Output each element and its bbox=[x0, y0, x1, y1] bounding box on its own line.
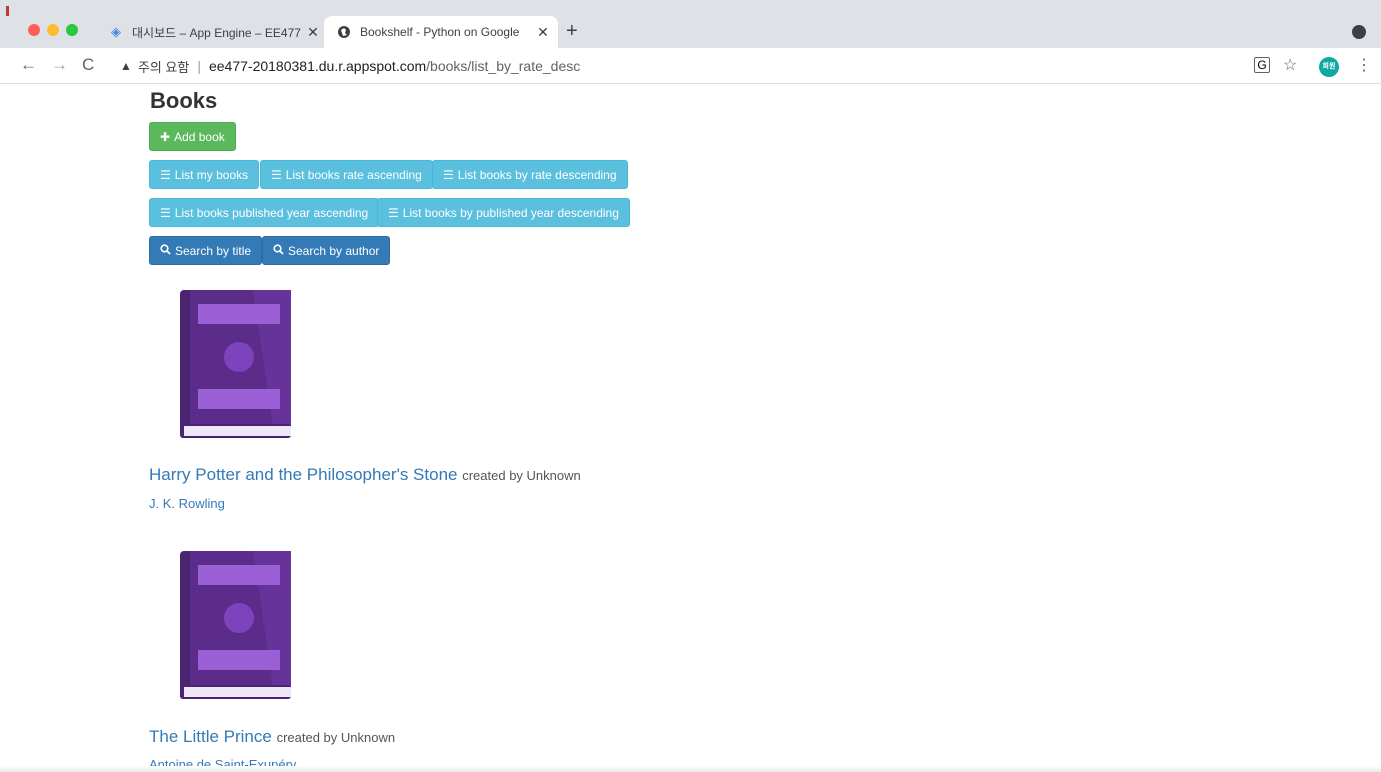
bookmark-star-icon[interactable]: ☆ bbox=[1283, 55, 1297, 75]
search-icon bbox=[273, 243, 284, 258]
book-title[interactable]: Harry Potter and the Philosopher's Stone bbox=[149, 465, 457, 484]
plus-icon: ✚ bbox=[160, 129, 171, 144]
page-title: Books bbox=[150, 88, 218, 113]
search-by-title-label: Search by title bbox=[175, 243, 252, 258]
book-created-by: created by Unknown bbox=[276, 730, 396, 745]
back-arrow-icon[interactable]: ← bbox=[20, 55, 37, 75]
list-icon: ☰ bbox=[443, 167, 454, 182]
page-bottom-fade bbox=[0, 766, 1381, 772]
list-icon: ☰ bbox=[160, 167, 171, 182]
list-year-descending-button[interactable]: ☰ List books by published year descendin… bbox=[377, 198, 630, 227]
forward-arrow-icon[interactable]: → bbox=[51, 55, 68, 75]
list-my-books-button[interactable]: ☰ List my books bbox=[149, 160, 260, 189]
zoom-window-button[interactable] bbox=[66, 24, 78, 36]
reload-icon[interactable]: C bbox=[82, 55, 94, 75]
app-engine-icon: ◈ bbox=[111, 24, 121, 39]
list-rate-descending-label: List books by rate descending bbox=[457, 167, 617, 182]
url-host[interactable]: ee477-20180381.du.r.appspot.com bbox=[209, 58, 426, 74]
search-icon bbox=[160, 243, 171, 258]
address-bar[interactable]: ▲ 주의 요함 | ee477-20180381.du.r.appspot.co… bbox=[108, 52, 1308, 80]
tab-close-icon[interactable]: ✕ bbox=[302, 24, 324, 41]
list-year-ascending-button[interactable]: ☰ List books published year ascending bbox=[149, 198, 380, 227]
list-icon: ☰ bbox=[271, 167, 282, 182]
warning-triangle-icon[interactable]: ▲ bbox=[120, 59, 132, 73]
book-title[interactable]: The Little Prince bbox=[149, 727, 272, 746]
tab-app-engine[interactable]: ◈ 대시보드 – App Engine – EE477 ✕ bbox=[96, 16, 328, 48]
book-cover-image[interactable] bbox=[178, 551, 293, 701]
profile-avatar[interactable]: 희원 bbox=[1319, 57, 1339, 77]
list-year-descending-label: List books by published year descending bbox=[402, 205, 619, 220]
search-by-author-label: Search by author bbox=[288, 243, 380, 258]
list-my-books-label: List my books bbox=[174, 167, 249, 182]
book-cover-image[interactable] bbox=[178, 290, 293, 440]
list-icon: ☰ bbox=[388, 205, 399, 220]
menu-kebab-icon[interactable]: ⋮ bbox=[1356, 55, 1372, 75]
url-path[interactable]: /books/list_by_rate_desc bbox=[426, 58, 580, 74]
tab-close-icon[interactable]: ✕ bbox=[532, 24, 554, 41]
add-book-button[interactable]: ✚ Add book bbox=[149, 122, 236, 151]
list-rate-ascending-label: List books rate ascending bbox=[285, 167, 422, 182]
book-author[interactable]: J. K. Rowling bbox=[149, 496, 225, 511]
book-title-link[interactable]: Harry Potter and the Philosopher's Stone… bbox=[149, 465, 581, 485]
list-icon: ☰ bbox=[160, 205, 171, 220]
list-rate-descending-button[interactable]: ☰ List books by rate descending bbox=[432, 160, 628, 189]
browser-toolbar: ← → C ▲ 주의 요함 | ee477-20180381.du.r.apps… bbox=[0, 48, 1381, 84]
tab-search-icon[interactable] bbox=[1352, 25, 1366, 39]
tab-title: 대시보드 – App Engine – EE477 bbox=[132, 25, 301, 40]
search-by-title-button[interactable]: Search by title bbox=[149, 236, 263, 265]
tab-bookshelf[interactable]: Bookshelf - Python on Google ✕ bbox=[324, 16, 558, 48]
close-window-button[interactable] bbox=[28, 24, 40, 36]
search-by-author-button[interactable]: Search by author bbox=[262, 236, 391, 265]
list-rate-ascending-button[interactable]: ☰ List books rate ascending bbox=[260, 160, 433, 189]
list-year-ascending-label: List books published year ascending bbox=[174, 205, 369, 220]
tab-title: Bookshelf - Python on Google bbox=[360, 25, 520, 39]
window-edge-mark bbox=[6, 6, 9, 16]
minimize-window-button[interactable] bbox=[47, 24, 59, 36]
translate-icon[interactable]: G bbox=[1254, 57, 1270, 73]
security-warning-label[interactable]: 주의 요함 bbox=[138, 57, 189, 76]
globe-icon bbox=[336, 24, 352, 40]
address-separator: | bbox=[197, 58, 201, 74]
new-tab-button[interactable]: + bbox=[566, 21, 578, 41]
add-book-label: Add book bbox=[174, 129, 225, 144]
browser-tab-bar: ◈ 대시보드 – App Engine – EE477 ✕ Bookshelf … bbox=[0, 0, 1381, 48]
book-title-link[interactable]: The Little Prince created by Unknown bbox=[149, 727, 395, 747]
book-created-by: created by Unknown bbox=[462, 468, 581, 483]
